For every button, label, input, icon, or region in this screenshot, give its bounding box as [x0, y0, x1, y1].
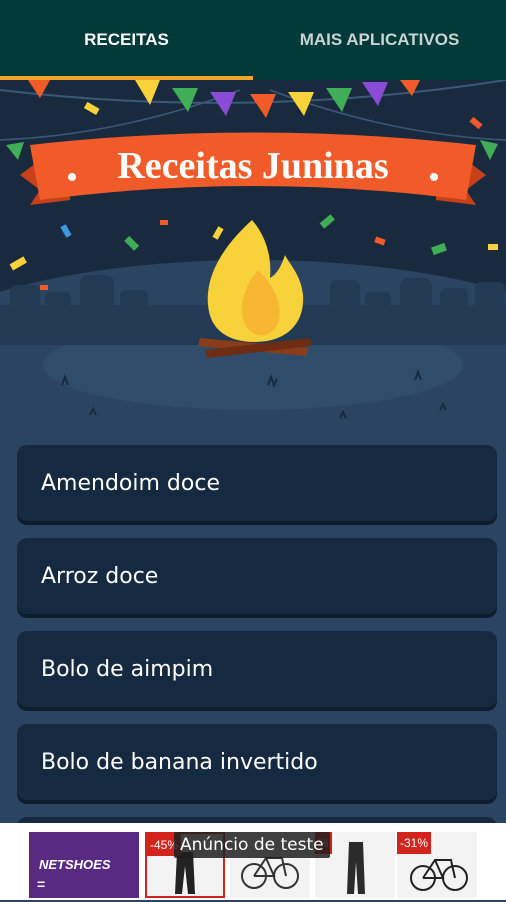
header-banner: Receitas Juninas — [0, 80, 506, 440]
tab-mais-aplicativos-label: MAIS APLICATIVOS — [299, 30, 460, 49]
recipe-item-label: Amendoim doce — [41, 470, 220, 496]
recipe-item[interactable]: Bolo de banana invertido — [17, 724, 497, 800]
tab-bar: RECEITAS MAIS APLICATIVOS — [0, 0, 506, 80]
discount-badge: -31% — [397, 832, 432, 854]
recipe-item-label: Arroz doce — [41, 563, 159, 589]
netshoes-logo[interactable]: NETSHOES = — [29, 832, 139, 898]
menu-icon: = — [37, 876, 46, 892]
banner-title: Receitas Juninas — [117, 145, 388, 187]
ad-brand-name: NETSHOES — [39, 857, 111, 872]
recipe-item[interactable]: Amendoim doce — [17, 445, 497, 521]
tab-receitas-label: RECEITAS — [84, 30, 169, 49]
recipe-item-label: Bolo de aimpim — [41, 656, 214, 682]
recipe-item-label: Bolo de banana invertido — [41, 749, 318, 775]
test-ad-label: Anúncio de teste — [174, 832, 330, 858]
recipe-item[interactable]: Arroz doce — [17, 538, 497, 614]
recipe-list: Amendoim doce Arroz doce Bolo de aimpim … — [17, 445, 497, 854]
recipe-item[interactable]: Bolo de aimpim — [17, 631, 497, 707]
ad-product-bike-2[interactable]: -31% — [397, 832, 477, 898]
tab-mais-aplicativos[interactable]: MAIS APLICATIVOS — [253, 0, 506, 80]
festa-junina-illustration: Receitas Juninas — [0, 80, 506, 440]
tab-receitas[interactable]: RECEITAS — [0, 0, 253, 80]
